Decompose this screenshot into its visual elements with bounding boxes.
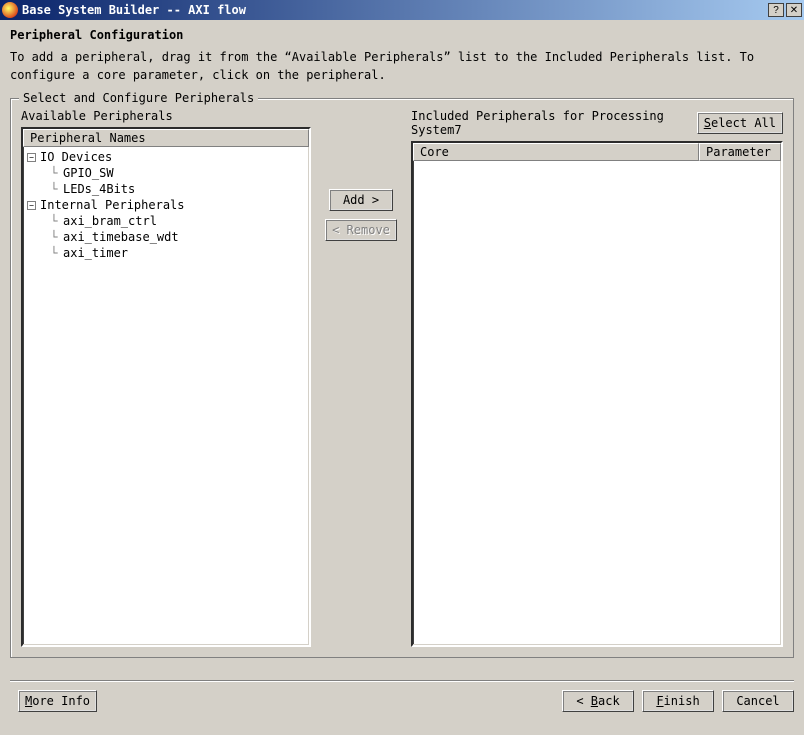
tree-label: axi_timebase_wdt xyxy=(63,229,179,245)
titlebar[interactable]: Base System Builder -- AXI flow ? ✕ xyxy=(0,0,804,20)
app-icon xyxy=(2,2,18,18)
page-title: Peripheral Configuration xyxy=(10,28,794,42)
col-peripheral-names[interactable]: Peripheral Names xyxy=(23,129,309,147)
col-parameter[interactable]: Parameter xyxy=(699,143,781,161)
fieldset-legend: Select and Configure Peripherals xyxy=(19,91,258,105)
window-title: Base System Builder -- AXI flow xyxy=(22,3,766,17)
available-label: Available Peripherals xyxy=(21,109,311,123)
more-info-button[interactable]: More Info xyxy=(18,690,97,712)
tree-label: GPIO_SW xyxy=(63,165,114,181)
help-button[interactable]: ? xyxy=(768,3,784,17)
back-button[interactable]: < Back xyxy=(562,690,634,712)
bottom-bar: More Info < Back Finish Cancel xyxy=(0,686,804,720)
divider xyxy=(10,680,794,682)
tree-group[interactable]: −IO Devices xyxy=(27,149,305,165)
tree-label: axi_bram_ctrl xyxy=(63,213,157,229)
peripherals-fieldset: Select and Configure Peripherals Availab… xyxy=(10,98,794,658)
select-all-button[interactable]: Select All xyxy=(697,112,783,134)
peripheral-tree[interactable]: −IO Devices└GPIO_SW└LEDs_4Bits−Internal … xyxy=(23,147,309,263)
included-column-header: Core Parameter xyxy=(413,143,781,161)
tree-item[interactable]: └GPIO_SW xyxy=(27,165,305,181)
collapse-icon[interactable]: − xyxy=(27,153,36,162)
tree-item[interactable]: └axi_timebase_wdt xyxy=(27,229,305,245)
tree-label: axi_timer xyxy=(63,245,128,261)
tree-label: IO Devices xyxy=(40,149,112,165)
tree-label: Internal Peripherals xyxy=(40,197,185,213)
included-listbox[interactable]: Core Parameter xyxy=(411,141,783,647)
included-label: Included Peripherals for Processing Syst… xyxy=(411,109,697,137)
tree-group[interactable]: −Internal Peripherals xyxy=(27,197,305,213)
page-description: To add a peripheral, drag it from the “A… xyxy=(10,48,794,84)
available-column-header: Peripheral Names xyxy=(23,129,309,147)
finish-button[interactable]: Finish xyxy=(642,690,714,712)
tree-item[interactable]: └LEDs_4Bits xyxy=(27,181,305,197)
close-button[interactable]: ✕ xyxy=(786,3,802,17)
collapse-icon[interactable]: − xyxy=(27,201,36,210)
col-core[interactable]: Core xyxy=(413,143,699,161)
tree-label: LEDs_4Bits xyxy=(63,181,135,197)
remove-button[interactable]: < Remove xyxy=(325,219,397,241)
tree-item[interactable]: └axi_bram_ctrl xyxy=(27,213,305,229)
tree-item[interactable]: └axi_timer xyxy=(27,245,305,261)
available-listbox[interactable]: Peripheral Names −IO Devices└GPIO_SW└LED… xyxy=(21,127,311,647)
add-button[interactable]: Add > xyxy=(329,189,393,211)
cancel-button[interactable]: Cancel xyxy=(722,690,794,712)
